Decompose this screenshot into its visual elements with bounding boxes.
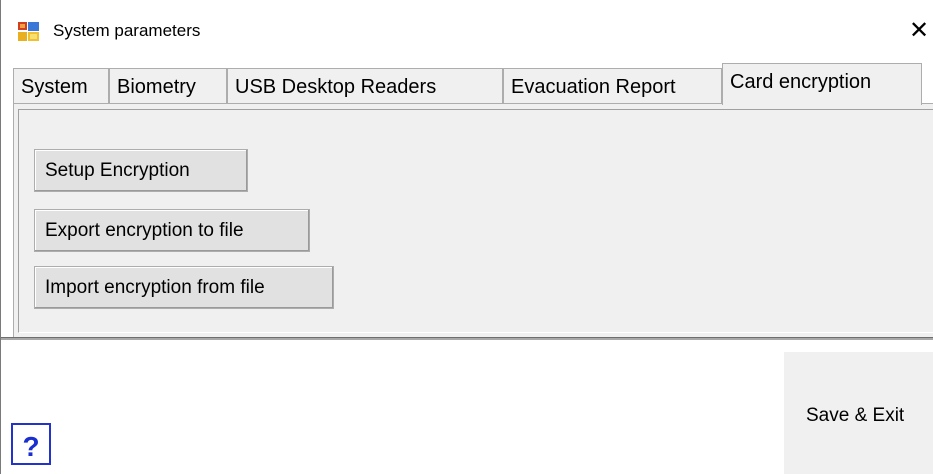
- help-button[interactable]: ?: [11, 423, 51, 465]
- button-label: Save & Exit: [806, 405, 905, 426]
- save-and-exit-button[interactable]: Save & Exit: [784, 352, 933, 474]
- setup-encryption-button[interactable]: Setup Encryption: [34, 149, 248, 192]
- footer-area: Save & Exit ?: [1, 340, 933, 474]
- tab-card-encryption[interactable]: Card encryption: [722, 63, 922, 105]
- window-title: System parameters: [53, 21, 201, 40]
- tab-label: Biometry: [117, 76, 196, 98]
- button-label: Export encryption to file: [45, 220, 244, 241]
- tab-usb-desktop-readers[interactable]: USB Desktop Readers: [227, 68, 503, 104]
- card-encryption-panel: Setup Encryption Export encryption to fi…: [13, 103, 933, 339]
- help-question-icon: ?: [22, 431, 40, 462]
- title-bar: System parameters ✕: [1, 0, 933, 62]
- button-label: Setup Encryption: [45, 160, 190, 181]
- tab-label: System: [21, 76, 88, 98]
- tab-label: Evacuation Report: [511, 76, 676, 98]
- export-encryption-button[interactable]: Export encryption to file: [34, 209, 310, 252]
- tab-label: Card encryption: [730, 71, 872, 93]
- system-parameters-window: System parameters ✕ System Biometry USB …: [0, 0, 933, 474]
- tab-biometry[interactable]: Biometry: [109, 68, 227, 104]
- close-icon[interactable]: ✕: [909, 14, 933, 48]
- tab-evacuation-report[interactable]: Evacuation Report: [503, 68, 722, 104]
- tab-system[interactable]: System: [13, 68, 109, 104]
- import-encryption-button[interactable]: Import encryption from file: [34, 266, 334, 309]
- app-window-icon: [18, 22, 40, 42]
- button-label: Import encryption from file: [45, 277, 265, 298]
- tab-label: USB Desktop Readers: [235, 76, 437, 98]
- panel-group-box: Setup Encryption Export encryption to fi…: [18, 109, 933, 333]
- tab-strip: System Biometry USB Desktop Readers Evac…: [13, 63, 933, 105]
